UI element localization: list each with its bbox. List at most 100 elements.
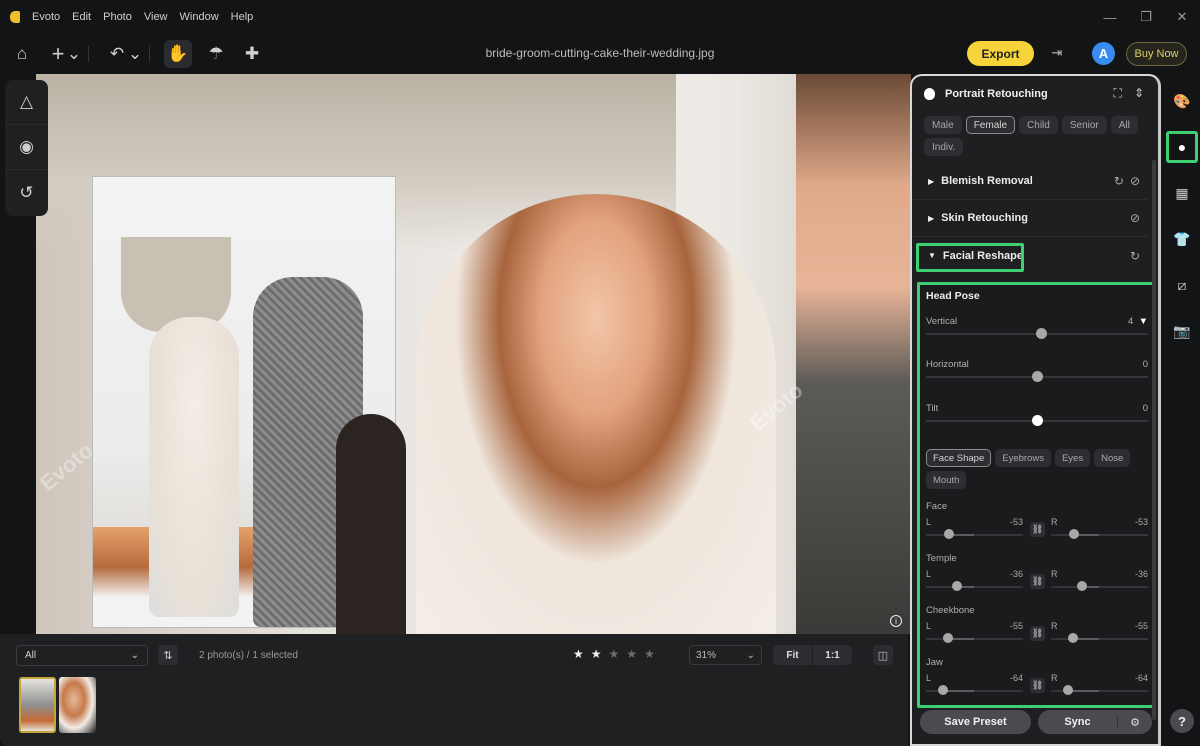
chip-child[interactable]: Child [1019,116,1058,134]
panel-header: Portrait Retouching [924,88,1048,100]
sync-settings-icon[interactable]: ⚙ [1118,716,1152,729]
star-1[interactable]: ★ [573,647,584,661]
chip-male[interactable]: Male [924,116,962,134]
undo-dropdown-icon[interactable]: ⌄ [127,40,143,68]
expand-arrow-icon: ▶ [928,176,935,186]
left-tool-panel: △ ◉ ↺ [5,80,48,216]
photo-count: 2 photo(s) / 1 selected [199,650,298,661]
sync-button[interactable]: Sync [1038,716,1118,728]
fit-toggle: Fit 1:1 [773,645,852,665]
save-preset-button[interactable]: Save Preset [920,710,1031,734]
user-avatar[interactable]: A [1092,42,1115,65]
export-button[interactable]: Export [967,41,1034,66]
section-label: Blemish Removal [941,175,1033,187]
compare-vertical-icon[interactable]: ⇕ [1134,86,1144,101]
sort-button[interactable]: ⇅ [158,645,178,665]
panel-header-icons: ⛶ ⇕ [1114,86,1144,101]
restore-icon[interactable]: ❐ [1128,9,1164,25]
brush-tool-icon[interactable]: ☂ [202,40,230,68]
toolbar-divider [88,46,89,62]
photo-guest [336,414,406,634]
face-detect-icon[interactable]: ⛶ [1114,86,1122,101]
reset-icon[interactable]: ↻ [1114,174,1124,188]
expand-arrow-icon: ▶ [928,213,935,223]
right-rail: 🎨 ● ▦ 👕 ⧄ 📷 [1163,74,1200,746]
photo-canvas[interactable]: Evoto Evoto i [36,74,911,634]
portrait-icon [924,88,935,100]
compare-icon[interactable]: ◫ [873,645,893,665]
menu-bar: Evoto Edit Photo View Window Help [26,11,259,23]
menu-window[interactable]: Window [174,11,225,23]
menu-edit[interactable]: Edit [66,11,97,23]
menu-help[interactable]: Help [225,11,260,23]
zoom-select[interactable]: 31% ⌄ [689,645,762,665]
camera-icon[interactable]: 📷 [1169,318,1195,344]
fit-button[interactable]: Fit [773,645,813,665]
highlight-facial-reshape [916,243,1024,272]
reset-icon[interactable]: ↻ [1130,249,1140,263]
info-icon[interactable]: i [890,615,902,627]
star-4[interactable]: ★ [626,647,637,661]
chip-female[interactable]: Female [965,116,1016,134]
chevron-down-icon: ⌄ [746,649,755,661]
chip-senior[interactable]: Senior [1061,116,1107,134]
section-icons: ⊘ [1130,211,1140,225]
menu-view[interactable]: View [138,11,174,23]
zoom-value: 31% [696,649,717,661]
sync-button-group: Sync ⚙ [1038,710,1152,734]
app-logo-icon [10,11,20,23]
star-3[interactable]: ★ [609,647,620,661]
inset-bride [149,317,239,617]
one-to-one-button[interactable]: 1:1 [813,645,852,665]
section-skin-retouching[interactable]: ▶ Skin Retouching ⊘ [912,200,1148,237]
toolbar-divider [149,46,150,62]
thumbnail-1[interactable] [19,677,56,733]
star-2[interactable]: ★ [591,647,602,661]
minimize-icon[interactable]: — [1092,10,1128,25]
filter-select[interactable]: All ⌄ [16,645,148,666]
erase-icon[interactable]: ⊘ [1130,211,1140,225]
panel-scrollbar[interactable] [1152,160,1156,720]
photo-groom [796,74,911,634]
window-controls: — ❐ ✕ [1092,0,1200,34]
menu-photo[interactable]: Photo [97,11,138,23]
gender-filter: Male Female Child Senior All Indiv. [924,116,1149,156]
chip-all[interactable]: All [1110,116,1138,134]
section-label: Skin Retouching [941,212,1028,224]
section-icons: ↻ ⊘ [1114,174,1140,188]
menu-evoto[interactable]: Evoto [26,11,66,23]
star-rating: ★ ★ ★ ★ ★ [573,647,655,661]
photo-bride [416,194,776,634]
add-dropdown-icon[interactable]: ⌄ [66,40,82,68]
erase-icon[interactable]: ⊘ [1130,174,1140,188]
help-button[interactable]: ? [1170,709,1194,733]
section-icons: ↻ [1130,249,1140,263]
portrait-icon[interactable]: ● [1166,131,1198,163]
filter-value: All [25,650,37,661]
panel-footer: Save Preset Sync ⚙ [920,710,1152,736]
mask-icon[interactable]: ◉ [5,125,48,170]
portrait-retouching-panel: Portrait Retouching ⛶ ⇕ Male Female Child S… [910,74,1161,746]
sidebar-toggle-icon[interactable]: ⇥ [1048,44,1066,62]
title-bar: Evoto Edit Photo View Window Help — ❐ ✕ [0,0,1200,34]
hand-tool-icon[interactable]: ✋ [164,40,192,68]
inset-drape [121,237,231,332]
palette-icon[interactable]: 🎨 [1169,88,1195,114]
home-icon[interactable]: ⌂ [8,40,36,68]
panel-title: Portrait Retouching [945,88,1048,100]
background-icon[interactable]: ▦ [1169,180,1195,206]
filmstrip-panel: All ⌄ ⇅ 2 photo(s) / 1 selected ★ ★ ★ ★ … [0,634,908,746]
clothing-icon[interactable]: 👕 [1169,226,1195,252]
highlight-head-pose [917,282,1155,708]
adjust-icon[interactable]: △ [5,80,48,125]
section-blemish-removal[interactable]: ▶ Blemish Removal ↻ ⊘ [912,163,1148,200]
crop-icon[interactable]: ⧄ [1169,272,1195,298]
chevron-down-icon: ⌄ [130,650,139,661]
thumbnail-2[interactable] [59,677,96,733]
star-5[interactable]: ★ [644,647,655,661]
history-icon[interactable]: ↺ [5,170,48,215]
buy-now-button[interactable]: Buy Now [1126,42,1187,66]
bandage-tool-icon[interactable]: ✚ [238,40,266,68]
chip-indiv[interactable]: Indiv. [924,138,964,156]
close-icon[interactable]: ✕ [1164,9,1200,25]
